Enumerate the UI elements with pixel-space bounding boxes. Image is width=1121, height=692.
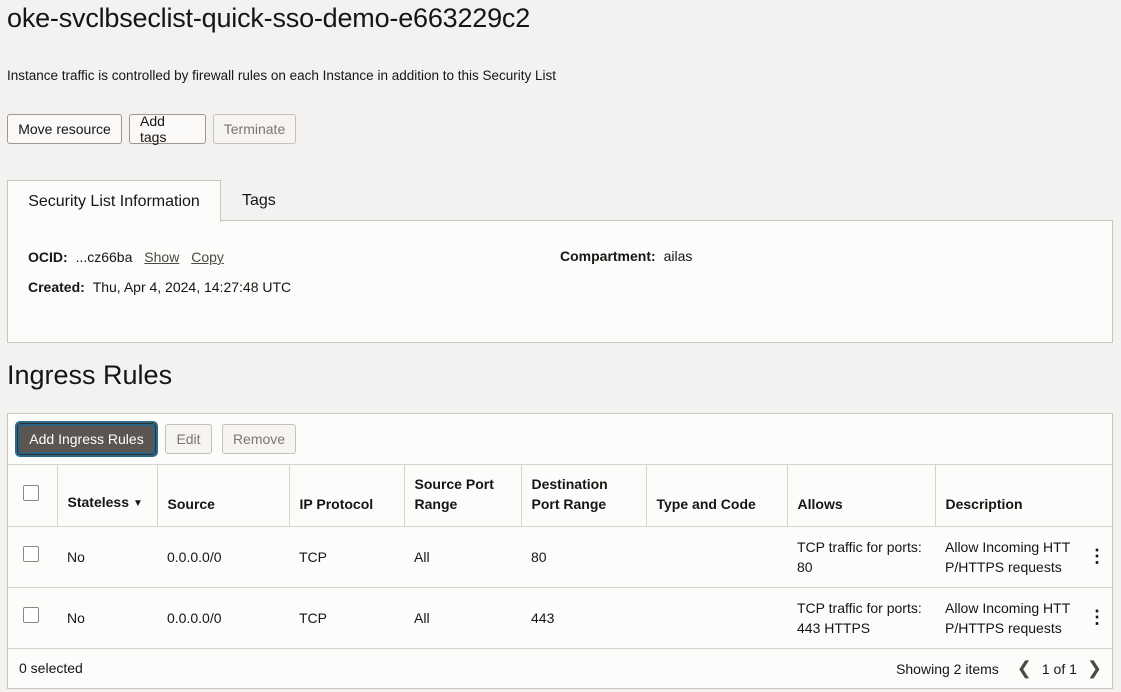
remove-button[interactable]: Remove: [222, 424, 296, 454]
cell-stateless: No: [57, 526, 157, 588]
row-checkbox[interactable]: [23, 546, 39, 562]
col-type-and-code: Type and Code: [646, 465, 788, 527]
col-allows: Allows: [787, 465, 936, 527]
ingress-rules-table: Stateless ▼ Source IP Protocol Source Por…: [8, 465, 1112, 649]
cell-description-wrap: Allow Incoming HTTP/HTTPS requests ⋮: [935, 526, 1112, 588]
table-row: No 0.0.0.0/0 TCP All 80 TCP traffic for …: [8, 526, 1112, 588]
move-resource-button[interactable]: Move resource: [7, 114, 122, 144]
tab-tags[interactable]: Tags: [242, 180, 276, 222]
col-source: Source: [157, 465, 290, 527]
cell-type-code: [646, 587, 787, 649]
compartment-label: Compartment:: [560, 248, 656, 264]
cell-source-port: All: [404, 526, 521, 588]
cell-destination-port: 443: [521, 587, 646, 649]
add-ingress-rules-button[interactable]: Add Ingress Rules: [15, 421, 158, 457]
cell-protocol: TCP: [289, 587, 404, 649]
col-stateless[interactable]: Stateless ▼: [57, 465, 158, 527]
cell-source: 0.0.0.0/0: [157, 587, 289, 649]
table-header-row: Stateless ▼ Source IP Protocol Source Por…: [8, 465, 1112, 527]
cell-stateless: No: [57, 587, 157, 649]
ocid-show-link[interactable]: Show: [144, 249, 179, 265]
select-all-checkbox[interactable]: [23, 484, 39, 501]
col-destination-port-range: Destination Port Range: [521, 465, 647, 527]
ocid-label: OCID:: [28, 249, 68, 265]
row-actions-kebab-icon[interactable]: ⋮: [1088, 547, 1106, 565]
cell-source: 0.0.0.0/0: [157, 526, 289, 588]
selected-count: 0 selected: [19, 660, 83, 676]
terminate-button[interactable]: Terminate: [213, 114, 296, 144]
row-select-cell: [8, 526, 57, 588]
chevron-left-icon[interactable]: ❮: [1017, 658, 1032, 679]
cell-description-wrap: Allow Incoming HTTP/HTTPS requests ⋮: [935, 587, 1112, 649]
col-ip-protocol: IP Protocol: [289, 465, 405, 527]
col-destination-port-range-label: Destination Port Range: [531, 475, 608, 512]
ocid-copy-link[interactable]: Copy: [191, 249, 224, 265]
compartment-row: Compartment: ailas: [560, 248, 692, 264]
ocid-row: OCID: ...cz66ba Show Copy: [28, 249, 224, 265]
ingress-rules-title: Ingress Rules: [7, 360, 173, 390]
cell-source-port: All: [404, 587, 521, 649]
page-title: oke-svclbseclist-quick-sso-demo-e663229c…: [7, 3, 531, 33]
select-all-cell: [8, 465, 58, 527]
created-row: Created: Thu, Apr 4, 2024, 14:27:48 UTC: [28, 279, 291, 295]
page-indicator: 1 of 1: [1041, 660, 1077, 677]
created-value: Thu, Apr 4, 2024, 14:27:48 UTC: [92, 279, 292, 295]
tab-security-list-information[interactable]: Security List Information: [7, 180, 221, 222]
col-description: Description: [935, 465, 1112, 527]
showing-items: Showing 2 items: [896, 660, 999, 677]
cell-type-code: [646, 526, 787, 588]
col-source-port-range: Source Port Range: [404, 465, 522, 527]
col-source-port-range-label: Source Port Range: [414, 475, 494, 512]
cell-description: Allow Incoming HTTP/HTTPS requests: [945, 538, 1071, 575]
table-row: No 0.0.0.0/0 TCP All 443 TCP traffic for…: [8, 587, 1112, 649]
compartment-value: ailas: [663, 248, 693, 264]
cell-allows: TCP traffic for ports: 443 HTTPS: [787, 587, 935, 649]
row-select-cell: [8, 587, 57, 649]
security-list-info-panel: OCID: ...cz66ba Show Copy Created: Thu, …: [7, 220, 1113, 343]
chevron-right-icon[interactable]: ❯: [1087, 658, 1102, 679]
created-label: Created:: [28, 279, 85, 295]
row-actions-kebab-icon[interactable]: ⋮: [1088, 608, 1106, 626]
row-checkbox[interactable]: [23, 607, 39, 623]
edit-button[interactable]: Edit: [165, 424, 212, 454]
add-tags-button[interactable]: Add tags: [129, 113, 206, 145]
ingress-rules-panel: Add Ingress Rules Edit Remove Stateless ▼…: [7, 413, 1113, 689]
pagination: Showing 2 items ❮ 1 of 1 ❯: [896, 658, 1102, 679]
ocid-value: ...cz66ba: [75, 249, 133, 265]
sort-desc-icon[interactable]: ▼: [133, 494, 143, 514]
col-stateless-label: Stateless: [67, 494, 129, 511]
cell-destination-port: 80: [521, 526, 646, 588]
cell-protocol: TCP: [289, 526, 404, 588]
page-subtitle: Instance traffic is controlled by firewa…: [7, 68, 557, 83]
cell-description: Allow Incoming HTTP/HTTPS requests: [945, 599, 1071, 636]
cell-allows: TCP traffic for ports: 80: [787, 526, 935, 588]
